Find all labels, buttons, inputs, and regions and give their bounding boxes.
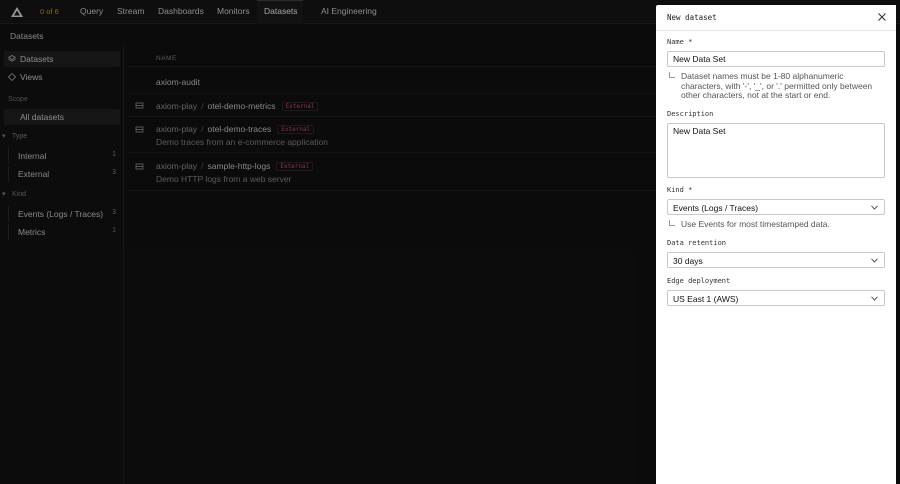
close-icon[interactable] [877, 12, 887, 22]
kind-value: Events (Logs / Traces) [673, 203, 759, 213]
edge-select[interactable]: US East 1 (AWS) [667, 290, 885, 306]
name-label: Name * [667, 38, 693, 46]
retention-label: Data retention [667, 239, 727, 247]
kind-label: Kind * [667, 186, 693, 194]
kind-select[interactable]: Events (Logs / Traces) [667, 199, 885, 215]
hint-marker [669, 220, 675, 226]
new-dataset-panel: New dataset Name * Dataset names must be… [656, 5, 896, 484]
chevron-down-icon [871, 258, 878, 263]
retention-value: 30 days [673, 256, 703, 266]
edge-value: US East 1 (AWS) [673, 294, 739, 304]
panel-title: New dataset [667, 13, 717, 22]
chevron-down-icon [871, 205, 878, 210]
edge-label: Edge deployment [667, 277, 731, 285]
retention-select[interactable]: 30 days [667, 252, 885, 268]
description-label: Description [667, 110, 714, 118]
kind-hint: Use Events for most timestamped data. [681, 219, 830, 229]
chevron-down-icon [871, 296, 878, 301]
name-field[interactable] [667, 51, 885, 67]
divider [656, 30, 896, 31]
hint-marker [669, 72, 675, 78]
description-field[interactable]: New Data Set [667, 123, 885, 178]
name-hint: Dataset names must be 1-80 alphanumeric … [681, 71, 873, 100]
